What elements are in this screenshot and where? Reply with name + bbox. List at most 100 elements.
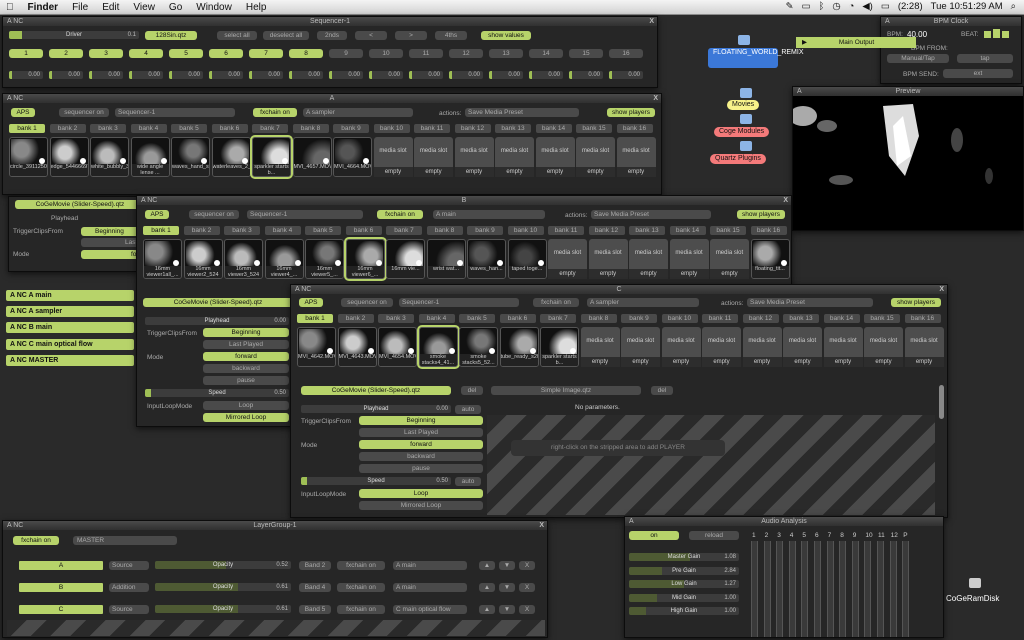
clip-thumbnail-3[interactable]: 16mm viewer3_524 bbox=[224, 239, 263, 279]
bank-tab-4[interactable]: bank 4 bbox=[264, 226, 301, 235]
window-c-titlebar[interactable]: A NC C X bbox=[291, 285, 947, 294]
layer-c-main-optical-flow[interactable]: A NC C main optical flow bbox=[6, 339, 134, 350]
gain-slider-2[interactable]: Pre Gain 2.84 bbox=[629, 566, 739, 575]
source-select[interactable]: A main bbox=[393, 583, 467, 592]
aps-button[interactable]: APS bbox=[299, 298, 323, 307]
band-select[interactable]: Band 4 bbox=[299, 583, 331, 592]
spotlight-icon[interactable]: ⌕ bbox=[1011, 1, 1016, 12]
clip-thumbnail-3[interactable]: white_bubbly_388... bbox=[90, 137, 129, 177]
clip-thumbnail-4[interactable]: wide angle lense ... bbox=[130, 137, 170, 177]
playhead-auto-button[interactable]: auto bbox=[455, 405, 481, 414]
battery-icon[interactable]: ▭ bbox=[881, 1, 890, 12]
bank-tab-2[interactable]: bank 2 bbox=[183, 226, 220, 235]
bank-tab-10[interactable]: bank 10 bbox=[661, 314, 698, 323]
step-value-slider-5[interactable]: 0.00 bbox=[169, 71, 203, 79]
clip-thumbnail-4[interactable]: 16mm viewer4_... bbox=[264, 239, 304, 279]
bank-tab-5[interactable]: bank 5 bbox=[459, 314, 495, 323]
close-icon[interactable]: X bbox=[539, 521, 544, 530]
tap-button[interactable]: tap bbox=[957, 54, 1013, 63]
media-slot-14[interactable]: media slot empty bbox=[669, 239, 709, 279]
band-fader-13[interactable] bbox=[902, 541, 910, 637]
clip-thumbnail-8[interactable]: wrist wat... bbox=[426, 239, 466, 279]
desktop-folder-coge-modules[interactable]: Coge Modules bbox=[714, 127, 770, 137]
opacity-slider[interactable]: Opacity 0.52 bbox=[155, 561, 291, 569]
remove-icon[interactable]: X bbox=[519, 561, 535, 570]
step-button-12[interactable]: 12 bbox=[449, 49, 483, 58]
step-value-slider-15[interactable]: 0.00 bbox=[569, 71, 603, 79]
menu-help[interactable]: Help bbox=[246, 2, 267, 13]
gain-slider-1[interactable]: Master Gain 1.08 bbox=[629, 553, 739, 561]
step-button-14[interactable]: 14 bbox=[529, 49, 563, 58]
step-button-2[interactable]: 2 bbox=[49, 49, 83, 58]
close-icon[interactable]: X bbox=[783, 196, 788, 205]
source-select[interactable]: A main bbox=[433, 210, 545, 219]
bank-tab-8[interactable]: bank 8 bbox=[426, 226, 463, 235]
bank-tab-8[interactable]: bank 8 bbox=[580, 314, 617, 323]
folder-icon[interactable] bbox=[738, 35, 750, 45]
speed-slider[interactable]: Speed 0.50 bbox=[301, 477, 451, 485]
bank-tab-14[interactable]: bank 14 bbox=[823, 314, 860, 323]
bank-tab-3[interactable]: bank 3 bbox=[90, 124, 126, 133]
step-button-10[interactable]: 10 bbox=[369, 49, 403, 58]
trigger-last-played-button[interactable]: Last Played bbox=[359, 428, 483, 437]
player-file-button[interactable]: CoGeMovie (Slider-Speed).qtz bbox=[143, 298, 293, 307]
display-icon[interactable]: ▭ bbox=[802, 1, 811, 12]
trigger-last-played-button[interactable]: Last Played bbox=[81, 238, 137, 247]
gain-slider-4[interactable]: Mid Gain 1.00 bbox=[629, 593, 739, 602]
step-value-slider-12[interactable]: 0.00 bbox=[449, 71, 483, 79]
sequencer-on-button[interactable]: sequencer on bbox=[189, 210, 239, 219]
clip-thumbnail-1[interactable]: 16mm viewer1all_... bbox=[143, 239, 182, 279]
media-slot-12[interactable]: media slot empty bbox=[742, 327, 782, 367]
bank-tab-12[interactable]: bank 12 bbox=[588, 226, 625, 235]
media-slot-16[interactable]: media slot empty bbox=[616, 137, 656, 177]
sequencer-file-button[interactable]: 128Sin.qtz bbox=[145, 31, 197, 40]
gain-slider-5[interactable]: High Gain 1.00 bbox=[629, 607, 739, 615]
bank-tab-14[interactable]: bank 14 bbox=[669, 226, 706, 235]
remove-icon[interactable]: X bbox=[519, 583, 535, 592]
step-value-slider-11[interactable]: 0.00 bbox=[409, 71, 443, 79]
media-slot-13[interactable]: media slot empty bbox=[783, 327, 822, 367]
clip-thumbnail-2[interactable]: 16mm viewer2_524 bbox=[183, 239, 223, 279]
bank-tab-7[interactable]: bank 7 bbox=[540, 314, 576, 323]
bank-tab-6[interactable]: bank 6 bbox=[211, 124, 248, 133]
media-slot-15[interactable]: media slot empty bbox=[576, 137, 615, 177]
bank-tab-16[interactable]: bank 16 bbox=[904, 314, 941, 323]
mode-forward-button[interactable]: forward bbox=[203, 352, 289, 361]
sequencer-select[interactable]: Sequencer-1 bbox=[115, 108, 235, 117]
bank-tab-5[interactable]: bank 5 bbox=[171, 124, 207, 133]
sequencer-on-button[interactable]: sequencer on bbox=[59, 108, 109, 117]
fxchain-button[interactable]: fxchain on bbox=[337, 583, 385, 592]
band-fader-5[interactable] bbox=[801, 541, 809, 637]
clip-thumbnail-4[interactable]: smoke stacks4_41... bbox=[416, 325, 460, 369]
bank-tab-3[interactable]: bank 3 bbox=[224, 226, 260, 235]
timemachine-icon[interactable]: ◷ bbox=[832, 1, 840, 12]
bank-tab-9[interactable]: bank 9 bbox=[333, 124, 369, 133]
bank-tab-6[interactable]: bank 6 bbox=[499, 314, 536, 323]
layer-a-sampler[interactable]: A NC A sampler bbox=[6, 306, 134, 317]
trigger-beginning-button[interactable]: Beginning bbox=[359, 416, 483, 425]
step-button-7[interactable]: 7 bbox=[249, 49, 283, 58]
folder-icon[interactable] bbox=[740, 141, 752, 151]
speed-slider[interactable]: Speed 0.50 bbox=[145, 389, 289, 397]
bank-tab-13[interactable]: bank 13 bbox=[495, 124, 531, 133]
desktop-folder-quartz-plugins[interactable]: Quartz Plugins bbox=[710, 154, 766, 164]
step-button-13[interactable]: 13 bbox=[489, 49, 523, 58]
band-fader-2[interactable] bbox=[763, 541, 771, 637]
sequencer-select[interactable]: Sequencer-1 bbox=[247, 210, 363, 219]
show-players-button[interactable]: show players bbox=[607, 108, 655, 117]
arrow-up-icon[interactable]: ▲ bbox=[479, 605, 495, 614]
folder-icon[interactable] bbox=[740, 114, 752, 124]
scrollbar[interactable] bbox=[939, 385, 944, 419]
mode-forward-button[interactable]: forward bbox=[359, 440, 483, 449]
bank-tab-10[interactable]: bank 10 bbox=[373, 124, 410, 133]
close-icon[interactable]: X bbox=[649, 17, 654, 26]
media-slot-10[interactable]: media slot empty bbox=[661, 327, 701, 367]
clip-thumbnail-2[interactable]: edge_544666976.m bbox=[49, 137, 89, 177]
player-file-button[interactable]: CoGeMovie (Slider-Speed).qtz bbox=[301, 386, 451, 395]
bank-tab-12[interactable]: bank 12 bbox=[454, 124, 491, 133]
mirrored-loop-button[interactable]: Mirrored Loop bbox=[359, 501, 483, 510]
clip-thumbnail-1[interactable]: circle_391125072... bbox=[9, 137, 48, 177]
clip-thumbnail-7[interactable]: sparkler starts b... bbox=[540, 327, 579, 367]
clip-thumbnail-8[interactable]: MVI_4657.MOV.mov bbox=[292, 137, 332, 177]
step-value-slider-3[interactable]: 0.00 bbox=[89, 71, 123, 79]
